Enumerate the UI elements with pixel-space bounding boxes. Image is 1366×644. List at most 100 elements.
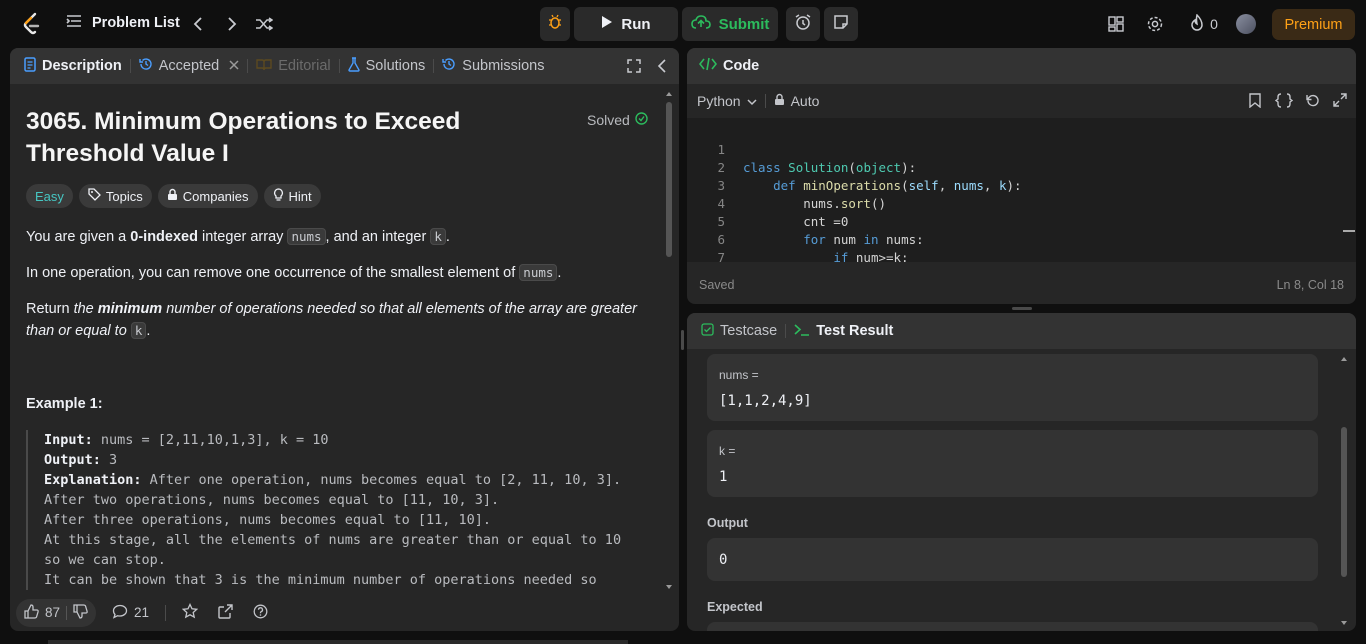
test-header: Testcase Test Result (687, 313, 1356, 349)
maximize-icon[interactable] (627, 59, 641, 77)
tab-accepted-label: Accepted (158, 58, 220, 74)
explanation-label: Explanation: (44, 472, 142, 488)
companies-chip[interactable]: Companies (157, 184, 258, 208)
editor-toolbar: Python Auto (697, 90, 1347, 112)
problem-list-label: Problem List (92, 15, 180, 31)
tab-testcase[interactable]: Testcase (701, 322, 777, 340)
fullscreen-icon[interactable] (1333, 93, 1347, 110)
check-circle-icon (635, 112, 648, 128)
premium-button[interactable]: Premium (1272, 9, 1355, 40)
text: . (146, 323, 151, 339)
divider (66, 605, 68, 620)
terminal-icon (794, 323, 810, 340)
description-footer: 87 21 (10, 594, 679, 631)
editor-scroll-marker (1343, 230, 1355, 232)
comments-button[interactable]: 21 (112, 604, 149, 622)
bottom-strip (0, 632, 1366, 644)
description-content: 3065. Minimum Operations to Exceed Thres… (10, 84, 665, 594)
test-result-scrollbar[interactable] (1339, 353, 1349, 629)
input-nums-box: nums = [1,1,2,4,9] (707, 354, 1318, 421)
run-button[interactable]: Run (574, 7, 678, 41)
user-avatar[interactable] (1236, 14, 1256, 34)
code-editor[interactable]: 1 class Solution(object): 2 def minOpera… (687, 118, 1356, 262)
tab-editorial[interactable]: Editorial (256, 58, 331, 75)
submit-button[interactable]: Submit (682, 7, 778, 41)
horizontal-scrollbar[interactable] (48, 640, 628, 644)
timer-button[interactable] (786, 7, 820, 41)
input-label: Input: (44, 432, 93, 448)
tab-accepted[interactable]: Accepted (139, 57, 239, 75)
topics-label: Topics (105, 188, 143, 204)
next-problem-icon[interactable] (222, 14, 242, 34)
thumbs-up-icon[interactable] (24, 603, 39, 622)
hint-chip[interactable]: Hint (263, 184, 321, 208)
thumbs-down-icon[interactable] (73, 603, 88, 622)
tab-solutions[interactable]: Solutions (347, 56, 425, 76)
text: , and an integer (325, 229, 431, 245)
k-label: k = (719, 444, 736, 458)
settings-gear-icon[interactable] (1145, 14, 1165, 34)
reset-icon[interactable] (1305, 93, 1320, 111)
solved-status: Solved (587, 112, 648, 128)
tag-icon (88, 188, 101, 204)
bug-icon (547, 14, 563, 34)
language-select[interactable]: Python (697, 93, 757, 109)
expected-box (707, 622, 1318, 631)
bookmark-icon[interactable] (1249, 93, 1261, 111)
explanation-text: After one operation, nums becomes equal … (141, 472, 622, 488)
share-icon[interactable] (218, 603, 233, 622)
example-explanation-line: Explanation: After one operation, nums b… (44, 470, 646, 490)
inline-code: nums (287, 228, 326, 245)
streak-counter[interactable]: 0 (1184, 13, 1224, 34)
language-label: Python (697, 93, 741, 109)
document-icon (24, 56, 36, 76)
inline-code: k (430, 228, 446, 245)
top-bar: Problem List Run Submit 0 Premium (0, 0, 1366, 48)
star-icon[interactable] (181, 602, 199, 622)
topics-chip[interactable]: Topics (78, 184, 152, 208)
problem-list-button[interactable]: Problem List (66, 14, 180, 32)
test-result-label: Test Result (816, 323, 894, 339)
example-block: Input: nums = [2,11,10,1,3], k = 10 Outpu… (26, 430, 646, 590)
tab-test-result[interactable]: Test Result (794, 323, 893, 340)
output-value: 3 (100, 452, 118, 468)
book-icon (256, 58, 272, 75)
bold-text: minimum (97, 301, 163, 317)
text: . (557, 265, 562, 281)
tab-submissions[interactable]: Submissions (442, 57, 544, 75)
description-scrollbar[interactable] (664, 88, 674, 593)
debug-button[interactable] (540, 7, 570, 41)
close-tab-icon[interactable] (229, 58, 239, 74)
hint-label: Hint (288, 188, 312, 204)
problem-title[interactable]: 3065. Minimum Operations to Exceed Thres… (26, 106, 566, 170)
layout-icon[interactable] (1106, 14, 1126, 34)
text: In one operation, you can remove one occ… (26, 265, 520, 281)
leetcode-logo-icon[interactable] (22, 12, 42, 36)
lock-icon (167, 188, 178, 204)
prev-problem-icon[interactable] (188, 14, 208, 34)
text: integer array (197, 229, 288, 245)
shuffle-icon[interactable] (254, 14, 274, 34)
code-panel: Code Python Auto 1 class Solution(object… (687, 48, 1356, 304)
description-tabbar: Description Accepted Editorial Solutions (10, 48, 679, 84)
code-header: Code (687, 48, 1356, 84)
cloud-upload-icon (690, 15, 711, 33)
divider (165, 604, 167, 621)
format-braces-icon[interactable] (1274, 93, 1294, 111)
test-panel: Testcase Test Result nums = [1,1,2,4,9] … (687, 313, 1356, 631)
solved-label: Solved (587, 112, 630, 128)
tab-separator (785, 324, 787, 338)
explanation-line: At this stage, all the elements of nums … (44, 532, 622, 548)
code-line: 1 class Solution(object): (687, 123, 1337, 175)
notes-button[interactable] (824, 7, 858, 41)
auto-mode-toggle[interactable]: Auto (774, 93, 819, 109)
tab-description[interactable]: Description (24, 56, 122, 76)
output-label: Output: (44, 452, 101, 468)
vertical-resize-handle[interactable] (681, 330, 684, 350)
horizontal-resize-handle[interactable] (1012, 307, 1032, 310)
output-label: Output (707, 516, 748, 530)
collapse-icon[interactable] (657, 59, 667, 77)
list-icon (66, 14, 82, 32)
help-icon[interactable] (253, 604, 268, 622)
example-heading: Example 1: (26, 396, 103, 412)
